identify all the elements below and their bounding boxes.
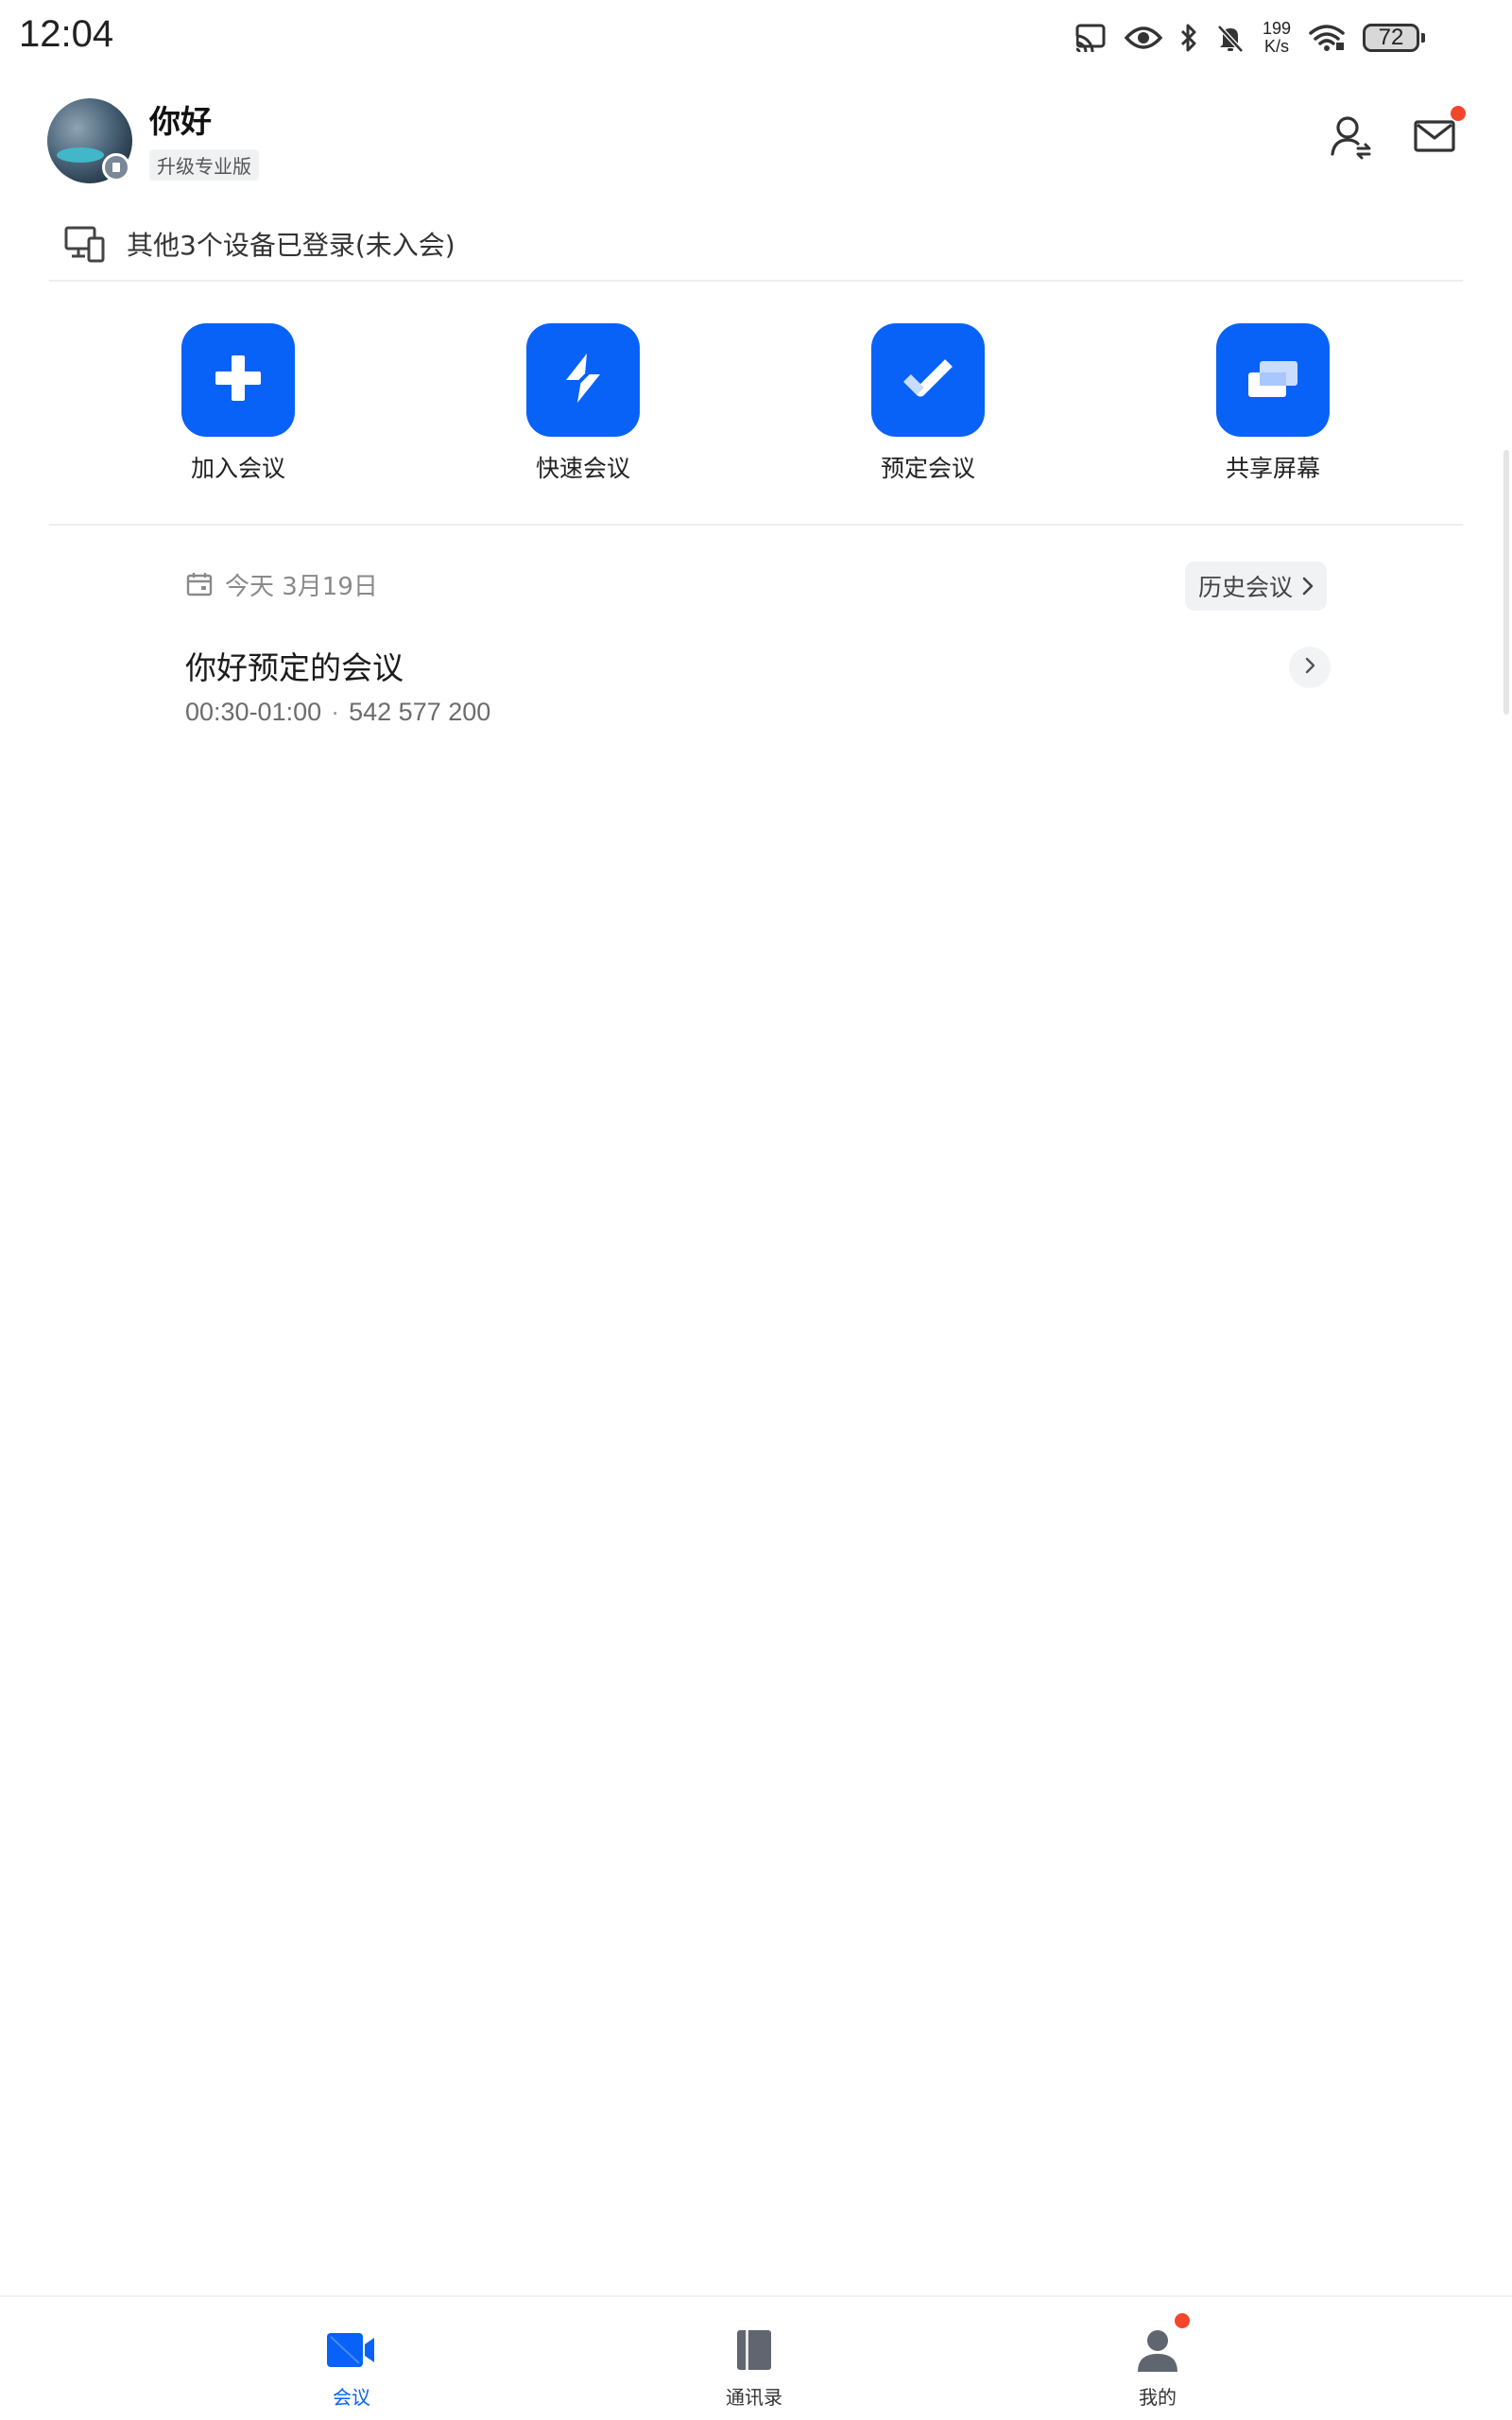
battery-level: 72 bbox=[1378, 25, 1404, 50]
schedule-meeting-tile[interactable] bbox=[871, 323, 985, 437]
meeting-title: 你好预定的会议 bbox=[185, 649, 404, 686]
join-meeting-label: 加入会议 bbox=[190, 455, 285, 482]
share-screen-button[interactable]: 共享屏幕 bbox=[1178, 323, 1367, 484]
eye-icon bbox=[1124, 25, 1162, 51]
devices-icon bbox=[62, 221, 108, 267]
other-devices-text: 其他3个设备已登录(未入会) bbox=[127, 230, 455, 261]
tab-me-label: 我的 bbox=[1139, 2386, 1177, 2409]
user-switch-button[interactable] bbox=[1325, 112, 1378, 164]
meeting-meta: 00:30-01:00 · 542 577 200 bbox=[185, 698, 490, 727]
cast-icon bbox=[1073, 23, 1108, 53]
net-speed-value: 199 bbox=[1262, 19, 1291, 38]
lightning-icon bbox=[555, 350, 611, 410]
join-meeting-tile[interactable] bbox=[181, 323, 295, 437]
other-devices-row[interactable]: 其他3个设备已登录(未入会) bbox=[49, 208, 1463, 282]
scrollbar[interactable] bbox=[1503, 450, 1509, 715]
quick-meeting-button[interactable]: 快速会议 bbox=[489, 323, 678, 484]
schedule-meeting-label: 预定会议 bbox=[880, 455, 975, 482]
tab-meetings-label: 会议 bbox=[333, 2386, 370, 2409]
avatar-badge-icon bbox=[102, 153, 130, 182]
person-icon bbox=[1129, 2324, 1186, 2377]
header: 你好 升级专业版 bbox=[0, 95, 1512, 189]
battery-icon: 72 bbox=[1363, 24, 1425, 52]
status-time: 12:04 bbox=[19, 13, 114, 55]
net-speed-unit: K/s bbox=[1263, 37, 1289, 56]
chevron-right-icon bbox=[1302, 655, 1317, 680]
mute-bell-icon bbox=[1215, 23, 1246, 53]
notification-dot bbox=[1175, 2313, 1190, 2328]
bottom-tab-bar: 会议 通讯录 我的 bbox=[0, 2295, 1512, 2420]
join-meeting-button[interactable]: 加入会议 bbox=[144, 323, 333, 484]
address-book-icon bbox=[726, 2324, 782, 2377]
meeting-detail-button[interactable] bbox=[1289, 647, 1331, 688]
chevron-right-icon bbox=[1300, 576, 1315, 596]
calendar-icon bbox=[185, 570, 214, 598]
mail-icon bbox=[1411, 112, 1458, 164]
tab-contacts[interactable]: 通讯录 bbox=[641, 2297, 868, 2420]
history-meetings-label: 历史会议 bbox=[1198, 574, 1294, 601]
history-meetings-button[interactable]: 历史会议 bbox=[1185, 562, 1328, 611]
quick-meeting-tile[interactable] bbox=[526, 323, 640, 437]
upgrade-pro-button[interactable]: 升级专业版 bbox=[149, 149, 259, 181]
date-header: 今天 3月19日 bbox=[185, 563, 378, 605]
tab-me[interactable]: 我的 bbox=[1044, 2297, 1271, 2420]
status-bar: 12:04 199 K/s 72 bbox=[0, 0, 1512, 76]
tab-meetings[interactable]: 会议 bbox=[238, 2297, 465, 2420]
meeting-list-item[interactable]: 你好预定的会议 00:30-01:00 · 542 577 200 bbox=[185, 635, 1331, 739]
quick-meeting-label: 快速会议 bbox=[535, 455, 630, 482]
quick-actions: 加入会议 快速会议 预定会议 共享屏幕 bbox=[49, 323, 1463, 526]
tab-contacts-label: 通讯录 bbox=[726, 2386, 782, 2409]
meeting-time: 00:30-01:00 bbox=[185, 698, 322, 726]
share-screen-tile[interactable] bbox=[1216, 323, 1330, 437]
check-icon bbox=[900, 350, 956, 410]
separator-dot: · bbox=[331, 698, 340, 726]
video-camera-icon bbox=[323, 2324, 380, 2377]
date-label: 今天 3月19日 bbox=[225, 572, 378, 601]
plus-icon bbox=[210, 350, 266, 410]
net-speed: 199 K/s bbox=[1263, 20, 1291, 56]
schedule-meeting-button[interactable]: 预定会议 bbox=[833, 323, 1022, 484]
bluetooth-icon bbox=[1179, 23, 1198, 53]
share-screen-label: 共享屏幕 bbox=[1225, 455, 1320, 482]
wifi-icon bbox=[1308, 24, 1346, 52]
meeting-id: 542 577 200 bbox=[349, 698, 491, 726]
notification-dot bbox=[1451, 106, 1466, 121]
user-name[interactable]: 你好 bbox=[149, 96, 212, 142]
share-screen-icon bbox=[1243, 350, 1303, 410]
status-icons: 199 K/s 72 bbox=[1073, 17, 1425, 59]
user-switch-icon bbox=[1328, 112, 1375, 164]
